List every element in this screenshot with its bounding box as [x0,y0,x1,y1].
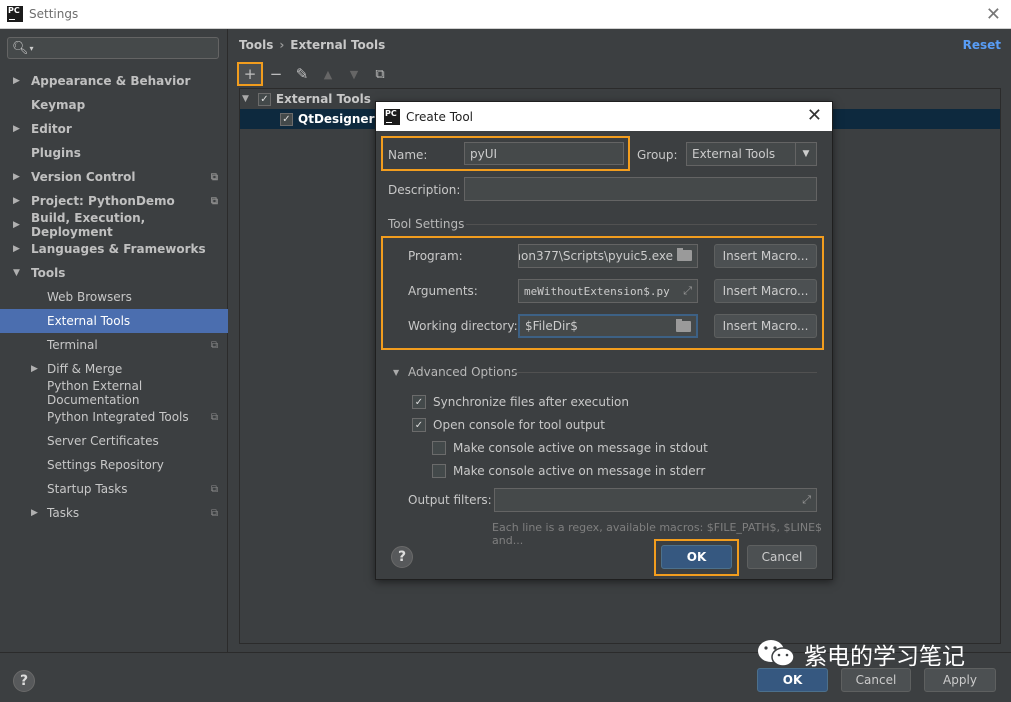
open-console-checkbox[interactable]: ✓ Open console for tool output [412,418,605,432]
chevron-right-icon: ▶ [13,196,20,206]
advanced-options-header[interactable]: Advanced Options [408,365,517,379]
expand-icon[interactable]: ⤢ [683,284,692,298]
folder-icon[interactable] [676,319,691,332]
description-field[interactable] [464,177,817,201]
watermark: 紫电的学习笔记 [756,637,965,671]
apply-button[interactable]: Apply [924,668,996,692]
project-scope-icon: ⧉ [210,339,218,351]
sidebar-item-server-certs[interactable]: Server Certificates [0,429,228,453]
sidebar-item-python-integrated[interactable]: Python Integrated Tools ⧉ [0,405,228,429]
output-filters-label: Output filters: [408,493,492,507]
sidebar-item-terminal[interactable]: Terminal ⧉ [0,333,228,357]
chevron-right-icon: ▶ [31,508,38,518]
close-icon[interactable]: ✕ [986,4,1001,25]
chevron-right-icon: ▶ [13,172,20,182]
working-directory-field[interactable]: $FileDir$ [518,314,698,338]
settings-tree: ▶ Appearance & Behavior Keymap ▶ Editor Pl… [0,69,228,525]
create-tool-dialog: PC Create Tool ✕ Name: pyUI Group: Exter… [375,101,833,580]
sidebar-item-project[interactable]: ▶ Project: PythonDemo ⧉ [0,189,228,213]
window-title: Settings [29,7,79,21]
description-label: Description: [388,183,461,197]
tool-checkbox[interactable]: ✓ [280,112,293,126]
title-bar: PC Settings ✕ [0,0,1011,29]
remove-icon[interactable]: − [263,62,289,86]
program-field[interactable]: ython377\Scripts\pyuic5.exe [518,244,698,268]
group-label: Group: [637,148,678,162]
cancel-button[interactable]: Cancel [747,545,817,569]
project-scope-icon: ⧉ [210,171,218,183]
insert-macro-button[interactable]: Insert Macro... [714,244,817,268]
divider [466,224,817,225]
close-icon[interactable]: ✕ [807,105,822,126]
program-label: Program: [408,249,463,263]
group-checkbox[interactable]: ✓ [257,92,271,106]
group-dropdown[interactable]: External Tools ▼ [686,142,817,166]
wechat-icon [758,640,795,667]
settings-sidebar: 🔍︎ ▾ ▶ Appearance & Behavior Keymap ▶ Edito… [0,29,228,652]
arguments-field[interactable]: meWithoutExtension$.py ⤢ [518,279,698,303]
sidebar-item-editor[interactable]: ▶ Editor [0,117,228,141]
chevron-right-icon: ▶ [13,244,20,254]
sidebar-item-version-control[interactable]: ▶ Version Control ⧉ [0,165,228,189]
chevron-right-icon: ▶ [13,220,20,230]
pycharm-logo-icon: PC [7,6,23,22]
reset-link[interactable]: Reset [963,38,1001,52]
sidebar-item-tasks[interactable]: ▶ Tasks ⧉ [0,501,228,525]
pycharm-logo-icon: PC [384,108,400,125]
cancel-button[interactable]: Cancel [841,668,911,692]
insert-macro-button[interactable]: Insert Macro... [714,279,817,303]
ok-button[interactable]: OK [757,668,828,692]
chevron-right-icon: ▶ [31,364,38,374]
name-field[interactable]: pyUI [464,142,624,165]
chevron-down-icon: ▼ [795,143,816,165]
sidebar-item-tools[interactable]: ▼ Tools [0,261,228,285]
dialog-title-bar: PC Create Tool ✕ [376,102,832,131]
output-filters-field[interactable]: ⤢ [494,488,817,512]
help-button[interactable]: ? [13,670,35,692]
chevron-down-icon: ▼ [13,268,20,278]
edit-icon[interactable]: ✎ [289,62,315,86]
working-directory-label: Working directory: [408,319,518,333]
sidebar-item-keymap[interactable]: Keymap [0,93,228,117]
sidebar-item-external-tools[interactable]: External Tools [0,309,228,333]
sidebar-item-startup-tasks[interactable]: Startup Tasks ⧉ [0,477,228,501]
sidebar-item-diff-merge[interactable]: ▶ Diff & Merge [0,357,228,381]
sync-files-checkbox[interactable]: ✓ Synchronize files after execution [412,395,629,409]
tools-toolbar: + − ✎ ▲ ▼ ⧉ [237,61,393,87]
arguments-label: Arguments: [408,284,478,298]
sidebar-item-build[interactable]: ▶ Build, Execution, Deployment [0,211,228,239]
add-icon[interactable]: + [237,62,263,86]
sidebar-item-languages[interactable]: ▶ Languages & Frameworks [0,237,228,261]
breadcrumb: Tools › External Tools [239,38,386,52]
ok-button[interactable]: OK [661,545,732,569]
search-input[interactable]: 🔍︎ ▾ [7,37,219,59]
copy-icon[interactable]: ⧉ [367,62,393,86]
chevron-right-icon: ▶ [13,76,20,86]
sidebar-item-appearance[interactable]: ▶ Appearance & Behavior [0,69,228,93]
sidebar-item-plugins[interactable]: Plugins [0,141,228,165]
move-down-icon[interactable]: ▼ [341,62,367,86]
insert-macro-button[interactable]: Insert Macro... [714,314,817,338]
dialog-title: Create Tool [406,109,473,124]
name-label: Name: [388,148,428,162]
chevron-down-icon: ▼ [242,94,249,104]
stderr-checkbox[interactable]: Make console active on message in stderr [432,464,705,478]
divider [513,372,817,373]
tool-settings-header: Tool Settings [388,217,465,231]
project-scope-icon: ⧉ [210,195,218,207]
project-scope-icon: ⧉ [210,507,218,519]
help-button[interactable]: ? [391,546,413,568]
move-up-icon[interactable]: ▲ [315,62,341,86]
folder-icon[interactable] [677,248,692,261]
sidebar-item-python-ext-doc[interactable]: Python External Documentation [0,379,228,407]
sidebar-item-web-browsers[interactable]: Web Browsers [0,285,228,309]
project-scope-icon: ⧉ [210,411,218,423]
chevron-down-icon[interactable]: ▼ [393,368,399,377]
project-scope-icon: ⧉ [210,483,218,495]
sidebar-item-settings-repo[interactable]: Settings Repository [0,453,228,477]
chevron-right-icon: ▶ [13,124,20,134]
search-icon: 🔍︎ [12,40,29,56]
stdout-checkbox[interactable]: Make console active on message in stdout [432,441,708,455]
expand-icon[interactable]: ⤢ [802,493,811,507]
